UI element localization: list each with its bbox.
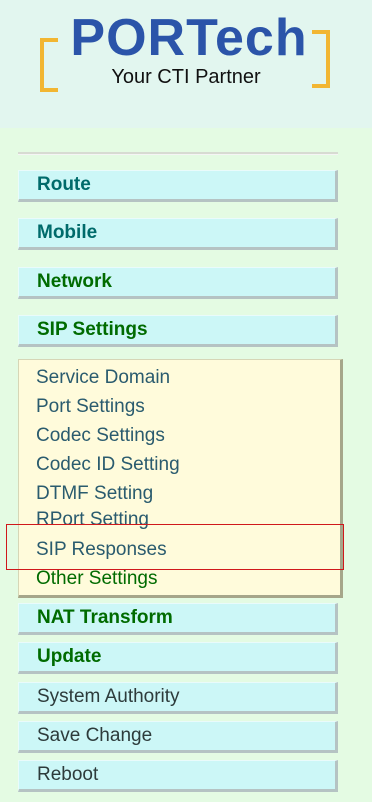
logo-left-bracket	[40, 38, 58, 92]
menu-system-authority-button[interactable]: System Authority	[18, 682, 338, 714]
selected-item-highlight	[6, 524, 344, 570]
menu-save-change-button[interactable]: Save Change	[18, 721, 338, 753]
submenu-codec-id-setting[interactable]: Codec ID Setting	[36, 454, 180, 476]
menu-route-button[interactable]: Route	[18, 170, 338, 202]
menu-sip-settings-button[interactable]: SIP Settings	[18, 315, 338, 347]
menu-mobile-button[interactable]: Mobile	[18, 218, 338, 250]
logo-right-bracket	[312, 30, 330, 88]
submenu-dtmf-setting[interactable]: DTMF Setting	[36, 483, 153, 505]
submenu-codec-settings[interactable]: Codec Settings	[36, 425, 165, 447]
menu-nat-transform-button[interactable]: NAT Transform	[18, 603, 338, 635]
menu-divider	[18, 152, 338, 155]
menu-network-button[interactable]: Network	[18, 267, 338, 299]
submenu-service-domain[interactable]: Service Domain	[36, 367, 170, 389]
submenu-other-settings[interactable]: Other Settings	[36, 568, 157, 590]
menu-update-button[interactable]: Update	[18, 642, 338, 674]
submenu-port-settings[interactable]: Port Settings	[36, 396, 145, 418]
logo-brand-text: PORTech	[70, 9, 308, 67]
menu-reboot-button[interactable]: Reboot	[18, 760, 338, 792]
logo-tagline: Your CTI Partner	[111, 66, 261, 88]
portech-logo: PORTech Your CTI Partner	[40, 9, 330, 92]
header-area: PORTech Your CTI Partner	[0, 0, 372, 128]
